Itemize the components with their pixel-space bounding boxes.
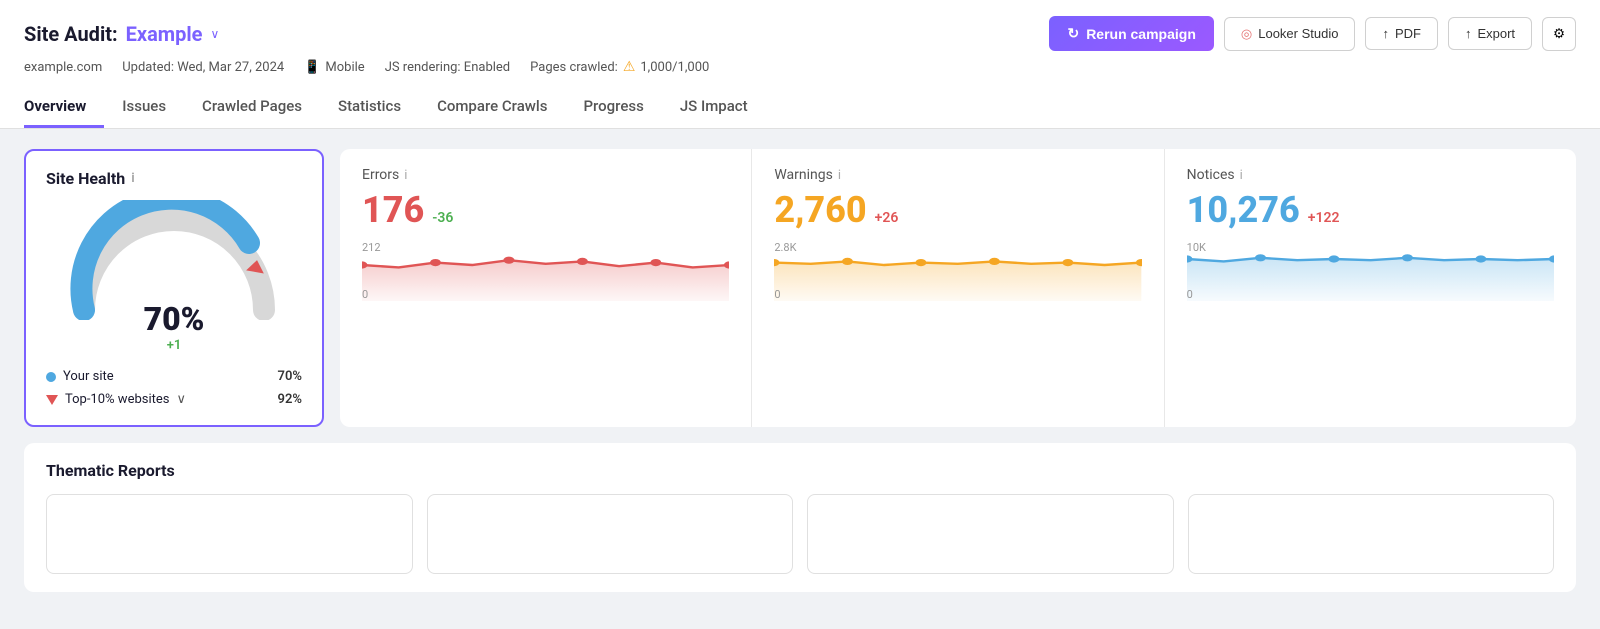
warnings-value-row: 2,760 +26: [774, 189, 1141, 231]
errors-delta: -36: [432, 210, 453, 226]
notices-info-icon[interactable]: i: [1240, 168, 1243, 183]
notices-chart-svg: [1187, 241, 1554, 301]
settings-button[interactable]: ⚙: [1542, 17, 1576, 51]
tab-js-impact[interactable]: JS Impact: [662, 87, 766, 128]
main-content: Site Health i 70% +1: [0, 129, 1600, 612]
export-label: Export: [1477, 26, 1515, 41]
thematic-title: Thematic Reports: [46, 461, 1554, 480]
site-name-link[interactable]: Example: [126, 22, 203, 46]
notices-chart-bottom: 0: [1187, 288, 1193, 301]
top10-chevron-icon[interactable]: ∨: [176, 392, 186, 407]
tab-issues[interactable]: Issues: [104, 87, 184, 128]
device-label: Mobile: [325, 60, 364, 75]
warnings-value: 2,760: [774, 189, 866, 231]
pages-count-label: 1,000/1,000: [640, 60, 709, 75]
errors-chart-svg: [362, 241, 729, 301]
pdf-button[interactable]: ↑ PDF: [1365, 17, 1438, 50]
header-top-row: Site Audit: Example ∨ ↻ Rerun campaign ◎…: [24, 16, 1576, 51]
notices-chart: 10K: [1187, 241, 1554, 301]
your-site-label: Your site: [63, 369, 114, 384]
rerun-label: Rerun campaign: [1086, 26, 1196, 42]
warnings-chart-svg: [774, 241, 1141, 301]
pages-crawled-label: Pages crawled:: [530, 60, 618, 75]
pdf-label: PDF: [1395, 26, 1421, 41]
errors-chart-top: 212: [362, 241, 381, 254]
notices-delta: +122: [1308, 210, 1340, 226]
thematic-card-1[interactable]: [46, 494, 413, 574]
site-health-label: Site Health: [46, 169, 125, 188]
header-actions: ↻ Rerun campaign ◎ Looker Studio ↑ PDF ↑…: [1049, 16, 1576, 51]
tab-overview[interactable]: Overview: [24, 87, 104, 128]
stat-card-errors: Errors i 176 -36 212: [340, 149, 752, 427]
errors-chart: 212: [362, 241, 729, 301]
errors-chart-bottom: 0: [362, 288, 368, 301]
mobile-icon: 📱: [304, 60, 320, 75]
errors-label: Errors i: [362, 167, 729, 183]
settings-icon: ⚙: [1553, 26, 1565, 42]
warnings-chart-top: 2.8K: [774, 241, 796, 254]
stat-card-warnings: Warnings i 2,760 +26 2.8K: [752, 149, 1164, 427]
meta-row: example.com Updated: Wed, Mar 27, 2024 📱…: [24, 59, 1576, 87]
looker-studio-button[interactable]: ◎ Looker Studio: [1224, 17, 1356, 51]
stats-cards: Errors i 176 -36 212: [340, 149, 1576, 427]
warnings-chart-bottom: 0: [774, 288, 780, 301]
site-health-info-icon[interactable]: i: [131, 171, 134, 186]
gauge-container: 70% +1: [46, 200, 302, 353]
warnings-delta: +26: [875, 210, 899, 226]
warnings-chart: 2.8K: [774, 241, 1141, 301]
tab-crawled-pages[interactable]: Crawled Pages: [184, 87, 320, 128]
warnings-label: Warnings i: [774, 167, 1141, 183]
refresh-icon: ↻: [1067, 25, 1079, 42]
pages-warning-icon: ⚠: [623, 59, 636, 75]
gauge-center: 70% +1: [144, 300, 205, 353]
tab-statistics[interactable]: Statistics: [320, 87, 419, 128]
errors-value-row: 176 -36: [362, 189, 729, 231]
site-audit-label: Site Audit:: [24, 22, 118, 46]
top10-value: 92%: [278, 392, 302, 407]
pdf-upload-icon: ↑: [1382, 26, 1389, 41]
export-upload-icon: ↑: [1465, 26, 1472, 41]
gauge-delta: +1: [144, 338, 205, 353]
legend-item-your-site: Your site 70%: [46, 369, 302, 384]
top10-triangle-icon: [46, 395, 58, 405]
thematic-card-3[interactable]: [807, 494, 1174, 574]
top-row: Site Health i 70% +1: [24, 149, 1576, 427]
notices-value-row: 10,276 +122: [1187, 189, 1554, 231]
errors-value: 176: [362, 189, 424, 231]
thematic-card-4[interactable]: [1188, 494, 1555, 574]
looker-label: Looker Studio: [1258, 26, 1338, 41]
site-health-card: Site Health i 70% +1: [24, 149, 324, 427]
top10-label: Top-10% websites: [65, 392, 169, 407]
js-rendering-label: JS rendering: Enabled: [385, 60, 510, 75]
thematic-reports-section: Thematic Reports: [24, 443, 1576, 592]
gauge-percent: 70%: [144, 300, 205, 338]
stat-card-notices: Notices i 10,276 +122 10K: [1165, 149, 1576, 427]
site-health-title: Site Health i: [46, 169, 302, 188]
notices-label: Notices i: [1187, 167, 1554, 183]
updated-label: Updated: Wed, Mar 27, 2024: [122, 60, 284, 75]
warnings-info-icon[interactable]: i: [838, 168, 841, 183]
errors-info-icon[interactable]: i: [404, 168, 407, 183]
rerun-campaign-button[interactable]: ↻ Rerun campaign: [1049, 16, 1213, 51]
domain-label: example.com: [24, 60, 102, 75]
looker-icon: ◎: [1241, 26, 1252, 42]
site-name-chevron-icon[interactable]: ∨: [210, 27, 219, 41]
thematic-cards: [46, 494, 1554, 574]
pages-crawled-item: Pages crawled: ⚠ 1,000/1,000: [530, 59, 709, 75]
nav-tabs: Overview Issues Crawled Pages Statistics…: [24, 87, 1576, 128]
thematic-card-2[interactable]: [427, 494, 794, 574]
your-site-value: 70%: [278, 369, 302, 384]
tab-compare-crawls[interactable]: Compare Crawls: [419, 87, 565, 128]
notices-chart-top: 10K: [1187, 241, 1206, 254]
title-section: Site Audit: Example ∨: [24, 22, 219, 46]
notices-value: 10,276: [1187, 189, 1300, 231]
device-item: 📱 Mobile: [304, 60, 364, 75]
legend-item-top10: Top-10% websites ∨ 92%: [46, 392, 302, 407]
legend: Your site 70% Top-10% websites ∨ 92%: [46, 369, 302, 407]
page-header: Site Audit: Example ∨ ↻ Rerun campaign ◎…: [0, 0, 1600, 129]
tab-progress[interactable]: Progress: [565, 87, 661, 128]
your-site-dot-icon: [46, 372, 56, 382]
export-button[interactable]: ↑ Export: [1448, 17, 1532, 50]
